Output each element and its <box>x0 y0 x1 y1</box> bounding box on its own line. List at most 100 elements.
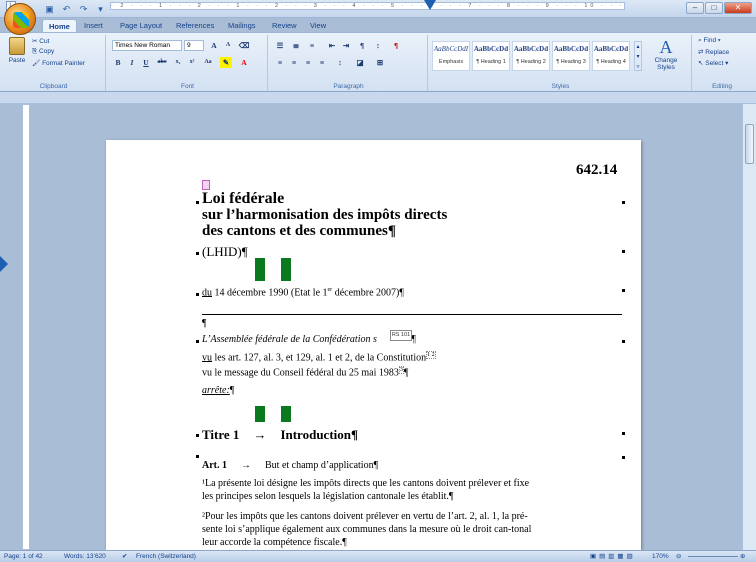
find-button[interactable]: ⌕ Find ▾ <box>698 37 721 45</box>
increase-indent-icon[interactable]: ⇥ <box>340 40 352 51</box>
font-color-icon[interactable]: A <box>238 57 250 68</box>
tab-review[interactable]: Review <box>266 19 303 32</box>
style-heading-3[interactable]: AaBbCcDd ¶ Heading 3 <box>552 41 590 71</box>
zoom-out-icon[interactable]: ⊖ <box>676 552 681 560</box>
align-left-icon[interactable]: ≡ <box>274 57 286 68</box>
subscript-icon[interactable]: x₂ <box>172 57 184 68</box>
shrink-font-icon[interactable]: A <box>222 40 234 51</box>
footnote-mark[interactable]: 3 <box>398 366 404 374</box>
bold-icon[interactable]: B <box>112 57 124 68</box>
article-1-para-2-line-1: ²Pour les impôts que les cantons doivent… <box>202 511 528 522</box>
paste-button[interactable]: Paste <box>6 37 28 67</box>
tab-mailings[interactable]: Mailings <box>222 19 262 32</box>
strikethrough-icon[interactable]: abc <box>156 57 168 68</box>
paragraph-mark <box>622 201 625 204</box>
undo-icon[interactable]: ↶ <box>61 4 72 15</box>
tab-insert[interactable]: Insert <box>78 19 109 32</box>
borders-icon[interactable]: ⊞ <box>374 57 386 68</box>
grow-font-icon[interactable]: A <box>208 40 220 51</box>
document-page[interactable]: 642.14 Loi fédérale sur l’harmonisation … <box>106 140 641 550</box>
styles-group-label: Styles <box>551 83 570 90</box>
law-title-line-2: sur l’harmonisation des impôts directs <box>202 207 448 223</box>
preamble-arrete: arrête:¶ <box>202 385 234 396</box>
style-name: ¶ Heading 1 <box>476 59 506 65</box>
sort-icon[interactable]: ↕ <box>372 40 384 51</box>
tab-home[interactable]: Home <box>42 19 77 32</box>
select-button[interactable]: ↖ Select ▾ <box>698 59 728 67</box>
page-count[interactable]: Page: 1 of 42 <box>4 553 43 560</box>
vertical-scrollbar[interactable] <box>742 104 756 550</box>
style-emphasis[interactable]: AaBbCcDdI Emphasis <box>432 41 470 71</box>
customize-qat-icon[interactable]: ▾ <box>95 4 106 15</box>
scrollbar-thumb[interactable] <box>745 124 754 164</box>
language[interactable]: French (Switzerland) <box>136 553 196 560</box>
change-styles-button[interactable]: A Change Styles <box>648 37 684 71</box>
office-button[interactable] <box>4 3 36 35</box>
paste-label: Paste <box>8 57 26 64</box>
paragraph-group: ☰ ≣ ≡ ⇤ ⇥ ¶ ↕ ¶ ≡ ≡ ≡ ≡ ↕ ◪ ⊞ Paragraph <box>270 35 428 91</box>
align-center-icon[interactable]: ≡ <box>288 57 300 68</box>
font-size-select[interactable]: 9 <box>184 40 204 51</box>
copy-button[interactable]: ⎘ Copy <box>32 48 54 56</box>
ltr-icon[interactable]: ¶ <box>356 40 368 51</box>
style-heading-1[interactable]: AaBbCcDd ¶ Heading 1 <box>472 41 510 71</box>
font-group: Times New Roman 9 A A ⌫ B I U abc x₂ x² … <box>108 35 268 91</box>
superscript-icon[interactable]: x² <box>186 57 198 68</box>
clear-formatting-icon[interactable]: ⌫ <box>238 40 250 51</box>
assembly-text: L’Assemblée fédérale de la Confédération… <box>202 334 377 345</box>
view-buttons[interactable]: ▣▤▥▦▧ <box>590 552 636 560</box>
show-formatting-icon[interactable]: ¶ <box>390 40 402 51</box>
style-heading-4[interactable]: AaBbCcDd ¶ Heading 4 <box>592 41 630 71</box>
maximize-button[interactable]: □ <box>705 2 723 14</box>
multilevel-list-icon[interactable]: ≡ <box>306 40 318 51</box>
underline-icon[interactable]: U <box>140 57 152 68</box>
shading-icon[interactable]: ◪ <box>354 57 366 68</box>
highlight-icon[interactable]: ✎ <box>220 57 232 68</box>
paragraph-mark <box>622 340 625 343</box>
horizontal-ruler <box>0 92 756 104</box>
tab-arrow: → <box>253 427 267 442</box>
article-title: But et champ d’application¶ <box>265 460 379 471</box>
green-marker <box>281 258 291 281</box>
footnote-marks[interactable]: 1 2 <box>426 351 436 359</box>
zoom-level[interactable]: 170% <box>652 553 669 560</box>
style-name: Emphasis <box>438 59 464 65</box>
decrease-indent-icon[interactable]: ⇤ <box>326 40 338 51</box>
tab-view[interactable]: View <box>304 19 332 32</box>
paragraph-mark <box>196 252 199 255</box>
style-heading-2[interactable]: AaBbCcDd ¶ Heading 2 <box>512 41 550 71</box>
binoculars-icon: ⌕ <box>698 37 702 44</box>
paragraph-mark <box>196 293 199 296</box>
copy-icon: ⎘ <box>32 48 38 55</box>
tab-page-layout[interactable]: Page Layout <box>114 19 168 32</box>
close-button[interactable]: ✕ <box>724 2 752 14</box>
bullets-icon[interactable]: ☰ <box>274 40 286 51</box>
numbering-icon[interactable]: ≣ <box>290 40 302 51</box>
green-marker <box>255 406 265 422</box>
cut-button[interactable]: ✂ Cut <box>32 37 49 45</box>
law-date: du 14 décembre 1990 (Etat le 1er décembr… <box>202 287 404 298</box>
justify-icon[interactable]: ≡ <box>316 57 328 68</box>
article-1-para-1-line-2: les principes selon lesquels la législat… <box>202 491 454 502</box>
italic-icon[interactable]: I <box>126 57 138 68</box>
tab-references[interactable]: References <box>170 19 220 32</box>
redo-icon[interactable]: ↷ <box>78 4 89 15</box>
proofing-icon[interactable]: ✔ <box>122 552 127 560</box>
minimize-button[interactable]: – <box>686 2 704 14</box>
styles-scroll-button[interactable]: ▴ ▾ ▿ <box>634 41 642 71</box>
line-spacing-icon[interactable]: ↕ <box>334 57 346 68</box>
ruler-scale[interactable]: · 2 · · · 1 · · · 2 · · · 1 · · · 2 · · … <box>110 2 625 10</box>
zoom-slider[interactable] <box>688 556 738 557</box>
zoom-in-icon[interactable]: ⊕ <box>740 552 745 560</box>
align-right-icon[interactable]: ≡ <box>302 57 314 68</box>
format-painter-button[interactable]: 🖌 Format Painter <box>32 59 85 67</box>
law-title-line-1: Loi fédérale <box>202 190 285 207</box>
paragraph-mark <box>622 456 625 459</box>
replace-button[interactable]: ⇄ Replace <box>698 48 729 56</box>
font-name-select[interactable]: Times New Roman <box>112 40 182 51</box>
article-number: Art. 1 <box>202 460 227 471</box>
save-icon[interactable]: ▣ <box>44 4 55 15</box>
word-count[interactable]: Words: 13’620 <box>64 553 106 560</box>
change-case-icon[interactable]: Aa <box>202 57 214 68</box>
law-abbreviation: (LHID)¶ <box>202 244 248 259</box>
